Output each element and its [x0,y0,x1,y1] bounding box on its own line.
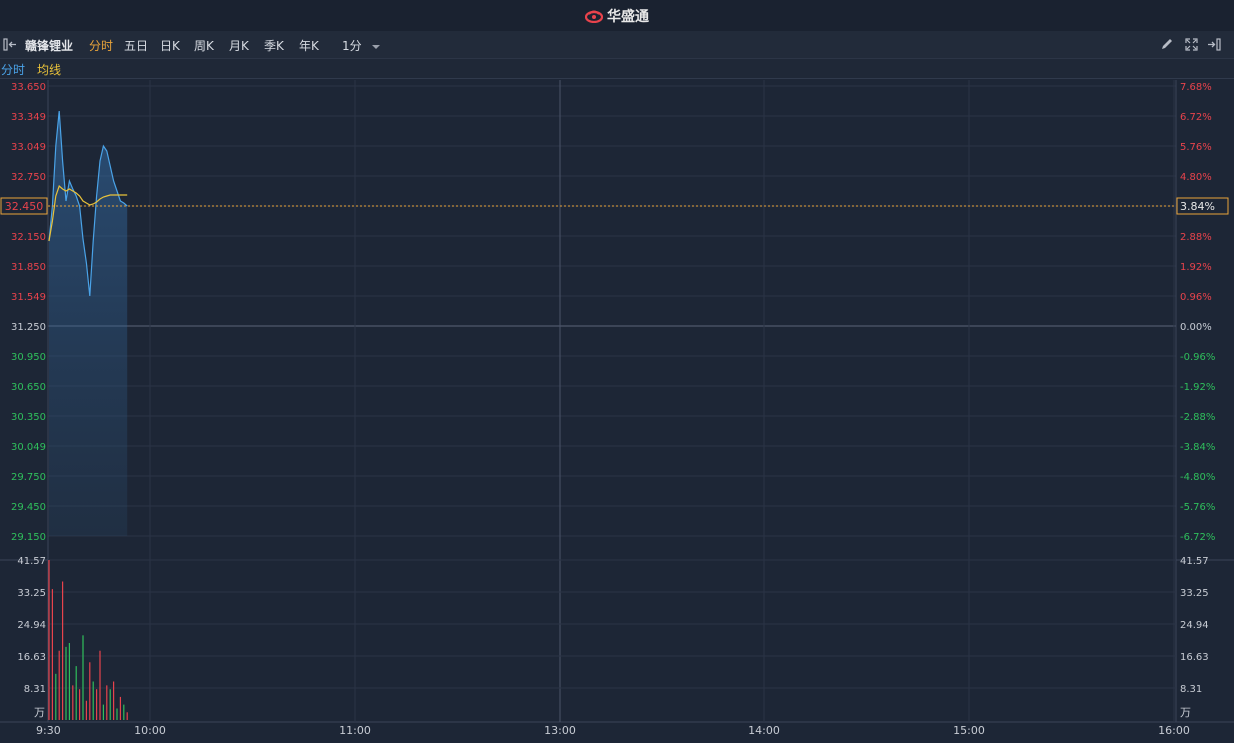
volume-tick-label-right: 41.57 [1180,556,1209,567]
price-tick-label: 31.250 [11,322,46,333]
time-axis-label: 10:00 [134,724,166,737]
pct-tick-label: 7.68% [1180,82,1212,93]
volume-tick-label-right: 24.94 [1180,620,1209,631]
time-axis-label: 11:00 [339,724,371,737]
volume-tick-label-right: 33.25 [1180,588,1209,599]
price-area-fill [49,111,128,536]
current-price-label: 32.450 [5,200,44,213]
price-tick-label: 29.750 [11,472,46,483]
price-tick-label: 30.650 [11,382,46,393]
volume-tick-label: 8.31 [24,684,46,695]
pct-tick-label: -1.92% [1180,382,1215,393]
time-axis-label: 13:00 [544,724,576,737]
volume-unit-label: 万 [34,706,45,719]
time-axis-label: 14:00 [748,724,780,737]
volume-tick-label: 41.57 [17,556,46,567]
pct-tick-label: 1.92% [1180,262,1212,273]
price-tick-label: 30.950 [11,352,46,363]
volume-tick-label-right: 8.31 [1180,684,1202,695]
pct-tick-label: -3.84% [1180,442,1215,453]
pct-tick-label: -6.72% [1180,532,1215,543]
price-tick-label: 33.049 [11,142,46,153]
time-axis-label: 9:30 [36,724,61,737]
pct-tick-label: 0.96% [1180,292,1212,303]
price-tick-label: 32.150 [11,232,46,243]
current-pct-label: 3.84% [1180,200,1215,213]
price-tick-label: 31.850 [11,262,46,273]
price-tick-label: 31.549 [11,292,46,303]
volume-tick-label: 16.63 [17,652,46,663]
pct-tick-label: -0.96% [1180,352,1215,363]
pct-tick-label: 6.72% [1180,112,1212,123]
price-tick-label: 30.049 [11,442,46,453]
pct-tick-label: 4.80% [1180,172,1212,183]
pct-tick-label: -4.80% [1180,472,1215,483]
time-axis-label: 16:00 [1158,724,1190,737]
price-tick-label: 33.650 [11,82,46,93]
price-tick-label: 30.350 [11,412,46,423]
price-tick-label: 33.349 [11,112,46,123]
price-tick-label: 29.150 [11,532,46,543]
volume-unit-label-right: 万 [1180,706,1191,719]
chart-grid [0,80,1234,723]
price-tick-label: 32.750 [11,172,46,183]
volume-tick-label: 24.94 [17,620,46,631]
pct-tick-label: 2.88% [1180,232,1212,243]
intraday-chart: 33.650 7.68% 33.349 6.72% 33.049 5.76% 32.750 4… [0,80,1234,737]
pct-tick-label: 0.00% [1180,322,1212,333]
time-axis-label: 15:00 [953,724,985,737]
price-tick-label: 29.450 [11,502,46,513]
pct-tick-label: -5.76% [1180,502,1215,513]
pct-tick-label: 5.76% [1180,142,1212,153]
volume-tick-label-right: 16.63 [1180,652,1209,663]
pct-tick-label: -2.88% [1180,412,1215,423]
volume-tick-label: 33.25 [17,588,46,599]
